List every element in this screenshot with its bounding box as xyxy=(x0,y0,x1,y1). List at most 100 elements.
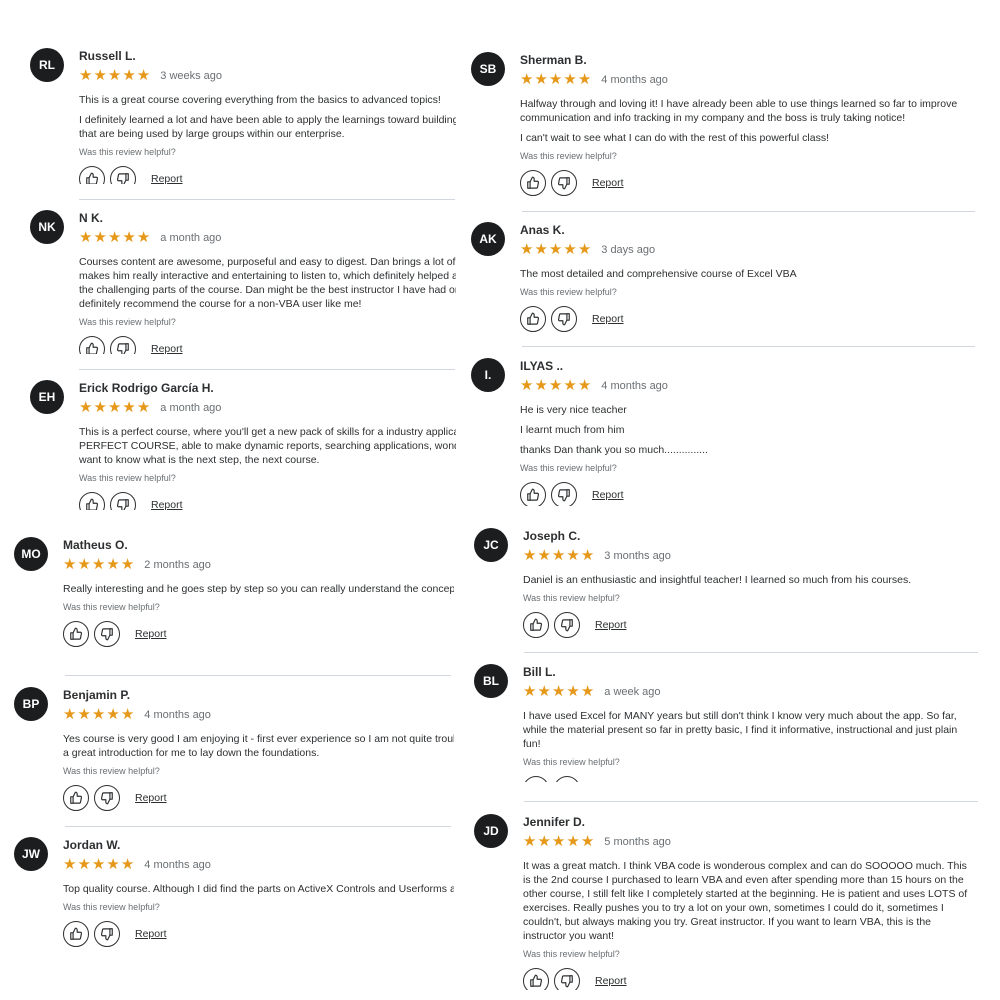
star-rating: ★ ★ ★ ★ ★ xyxy=(520,378,591,394)
not-helpful-button[interactable] xyxy=(554,968,580,990)
star-rating: ★ ★ ★ ★ ★ xyxy=(79,230,150,246)
avatar: I. xyxy=(471,358,505,392)
helpful-button[interactable] xyxy=(520,306,546,332)
review-date: a week ago xyxy=(604,686,661,698)
star-icon: ★ xyxy=(534,71,548,88)
rating-row: ★ ★ ★ ★ ★ a week ago xyxy=(523,684,984,700)
reviewer-name: Joseph C. xyxy=(523,529,581,543)
helpful-button[interactable] xyxy=(520,482,546,506)
helpful-prompt: Was this review helpful? xyxy=(523,949,620,959)
star-rating: ★ ★ ★ ★ ★ xyxy=(523,834,594,850)
star-icon: ★ xyxy=(548,71,563,88)
thumbs-up-icon xyxy=(86,172,99,184)
helpful-button[interactable] xyxy=(523,968,549,990)
not-helpful-button[interactable] xyxy=(94,921,120,947)
helpful-button[interactable] xyxy=(79,492,105,510)
review-card: JW Jordan W. ★ ★ ★ ★ ★ 4 months ago Top quality … xyxy=(14,837,454,947)
helpful-prompt: Was this review helpful? xyxy=(63,766,160,776)
not-helpful-button[interactable] xyxy=(110,166,136,184)
report-link[interactable]: Report xyxy=(592,177,624,189)
thumbs-down-icon xyxy=(116,499,129,510)
review-text: Really interesting and he goes step by s… xyxy=(63,582,454,596)
star-rating: ★ ★ ★ ★ ★ xyxy=(520,72,591,88)
review-date: 2 months ago xyxy=(144,559,211,571)
not-helpful-button[interactable] xyxy=(94,621,120,647)
review-paragraph: He is very nice teacher xyxy=(520,404,627,416)
helpful-button[interactable] xyxy=(63,621,89,647)
star-icon: ★ xyxy=(122,229,136,246)
star-icon: ★ xyxy=(551,683,566,700)
review-card: RL Russell L. ★ ★ ★ ★ ★ 3 weeks ago This is a gr… xyxy=(30,48,456,184)
rating-row: ★ ★ ★ ★ ★ 4 months ago xyxy=(520,72,981,88)
thumbs-down-icon xyxy=(560,619,573,632)
star-icon: ★ xyxy=(537,547,551,564)
report-link[interactable]: Report xyxy=(595,619,627,631)
review-actions: Report xyxy=(523,611,984,639)
not-helpful-button[interactable] xyxy=(554,776,580,782)
helpful-button[interactable] xyxy=(79,336,105,354)
report-link[interactable]: Report xyxy=(135,628,167,640)
review-paragraph: Really interesting and he goes step by s… xyxy=(63,583,454,595)
thumbs-up-icon xyxy=(527,312,540,325)
report-link[interactable]: Report xyxy=(151,343,183,354)
report-link[interactable]: Report xyxy=(592,489,624,501)
helpful-prompt: Was this review helpful? xyxy=(63,602,160,612)
not-helpful-button[interactable] xyxy=(554,612,580,638)
rating-row: ★ ★ ★ ★ ★ 2 months ago xyxy=(63,557,454,573)
star-icon: ★ xyxy=(93,67,107,84)
review-actions: Report xyxy=(63,620,454,648)
review-card: JD Jennifer D. ★ ★ ★ ★ ★ 5 months ago It was a g… xyxy=(474,814,984,990)
star-icon: ★ xyxy=(523,547,537,564)
not-helpful-button[interactable] xyxy=(551,306,577,332)
star-icon: ★ xyxy=(136,229,151,246)
not-helpful-button[interactable] xyxy=(551,482,577,506)
helpful-button[interactable] xyxy=(79,166,105,184)
review-text: It was a great match. I think VBA code i… xyxy=(523,859,984,943)
report-link[interactable]: Report xyxy=(151,499,183,510)
star-icon: ★ xyxy=(580,547,595,564)
report-link[interactable]: Report xyxy=(592,313,624,325)
star-icon: ★ xyxy=(534,241,548,258)
star-icon: ★ xyxy=(577,71,592,88)
star-icon: ★ xyxy=(77,706,91,723)
rating-row: ★ ★ ★ ★ ★ a month ago xyxy=(79,400,456,416)
not-helpful-button[interactable] xyxy=(110,336,136,354)
review-paragraph: This is a perfect course, where you'll g… xyxy=(79,426,456,466)
star-icon: ★ xyxy=(120,556,135,573)
review-date: 4 months ago xyxy=(144,859,211,871)
helpful-button[interactable] xyxy=(520,170,546,196)
star-icon: ★ xyxy=(523,683,537,700)
star-icon: ★ xyxy=(79,399,93,416)
helpful-button[interactable] xyxy=(63,785,89,811)
review-paragraph: I definitely learned a lot and have been… xyxy=(79,114,456,140)
helpful-prompt: Was this review helpful? xyxy=(523,593,620,603)
review-divider xyxy=(65,675,451,676)
not-helpful-button[interactable] xyxy=(94,785,120,811)
review-date: 3 weeks ago xyxy=(160,70,223,82)
thumbs-down-icon xyxy=(116,343,129,354)
thumbs-down-icon xyxy=(116,173,129,184)
rating-row: ★ ★ ★ ★ ★ 4 months ago xyxy=(63,857,454,873)
review-divider xyxy=(524,801,978,802)
star-icon: ★ xyxy=(93,399,107,416)
review-date: a month ago xyxy=(160,402,222,414)
helpful-button[interactable] xyxy=(523,776,549,782)
rating-row: ★ ★ ★ ★ ★ 3 days ago xyxy=(520,242,981,258)
report-link[interactable]: Report xyxy=(135,792,167,804)
rating-row: ★ ★ ★ ★ ★ 5 months ago xyxy=(523,834,984,850)
not-helpful-button[interactable] xyxy=(110,492,136,510)
report-link[interactable]: Report xyxy=(135,928,167,940)
star-icon: ★ xyxy=(563,241,577,258)
report-link[interactable]: Report xyxy=(151,173,183,184)
helpful-button[interactable] xyxy=(63,921,89,947)
star-icon: ★ xyxy=(520,377,534,394)
reviewer-name: Matheus O. xyxy=(63,538,128,552)
report-link[interactable]: Report xyxy=(595,975,627,987)
thumbs-up-icon xyxy=(70,927,83,940)
review-text: This is a great course covering everythi… xyxy=(79,93,456,141)
review-date: 3 months ago xyxy=(604,550,671,562)
helpful-prompt: Was this review helpful? xyxy=(79,317,176,327)
helpful-button[interactable] xyxy=(523,612,549,638)
not-helpful-button[interactable] xyxy=(551,170,577,196)
star-icon: ★ xyxy=(136,399,151,416)
